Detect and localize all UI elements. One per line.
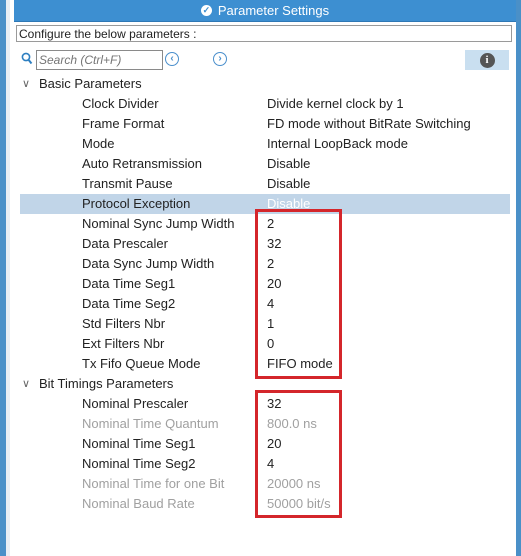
info-button[interactable]: i [465,50,509,70]
parameter-name: Protocol Exception [82,196,191,211]
parameter-row[interactable]: Mode Internal LoopBack mode [20,134,510,154]
parameter-name: Nominal Time Seg1 [82,436,196,451]
chevron-down-icon[interactable]: ∨ [22,374,30,394]
parameter-row[interactable]: Auto Retransmission Disable [20,154,510,174]
parameter-name: Data Prescaler [82,236,168,251]
group-label: Basic Parameters [39,76,142,91]
parameter-value[interactable]: FD mode without BitRate Switching [267,114,471,134]
parameter-name: Ext Filters Nbr [82,336,165,351]
group-header[interactable]: ∨ Basic Parameters [20,74,510,94]
highlight-box-basic [255,209,342,379]
window-left-border [6,0,10,556]
search-icon [21,52,33,65]
search-previous-button[interactable]: ‹ [165,52,179,66]
parameter-name: Tx Fifo Queue Mode [82,356,201,371]
window-right-edge [516,0,521,556]
tab-title: Parameter Settings [217,3,330,18]
parameter-name: Nominal Baud Rate [82,496,195,511]
parameter-row[interactable]: Transmit Pause Disable [20,174,510,194]
parameter-name: Nominal Time for one Bit [82,476,225,491]
parameter-name: Auto Retransmission [82,156,202,171]
group-label: Bit Timings Parameters [39,376,174,391]
parameter-name: Nominal Prescaler [82,396,189,411]
parameter-name: Frame Format [82,116,165,131]
parameter-value[interactable]: Divide kernel clock by 1 [267,94,404,114]
parameter-name: Std Filters Nbr [82,316,166,331]
toolbar: ‹ › i [16,48,516,72]
parameter-name: Nominal Sync Jump Width [82,216,235,231]
parameter-name: Data Sync Jump Width [82,256,215,271]
parameter-name: Clock Divider [82,96,159,111]
parameter-value[interactable]: Disable [267,154,310,174]
parameter-row[interactable]: Clock Divider Divide kernel clock by 1 [20,94,510,114]
parameter-name: Nominal Time Seg2 [82,456,196,471]
check-circle-icon: ✓ [200,5,212,16]
parameter-name: Mode [82,136,115,151]
info-icon: i [479,52,495,68]
parameter-name: Nominal Time Quantum [82,416,219,431]
search-next-button[interactable]: › [213,52,227,66]
parameter-value[interactable]: Disable [267,174,310,194]
configure-label: Configure the below parameters : [16,25,512,42]
parameter-name: Data Time Seg2 [82,296,176,311]
parameter-settings-tab[interactable]: ✓ Parameter Settings [14,0,516,22]
parameter-name: Data Time Seg1 [82,276,176,291]
highlight-box-bit-timings [255,390,342,518]
search-input[interactable] [36,50,163,70]
chevron-down-icon[interactable]: ∨ [22,74,30,94]
parameter-value[interactable]: Internal LoopBack mode [267,134,408,154]
parameter-row[interactable]: Frame Format FD mode without BitRate Swit… [20,114,510,134]
parameter-name: Transmit Pause [82,176,173,191]
